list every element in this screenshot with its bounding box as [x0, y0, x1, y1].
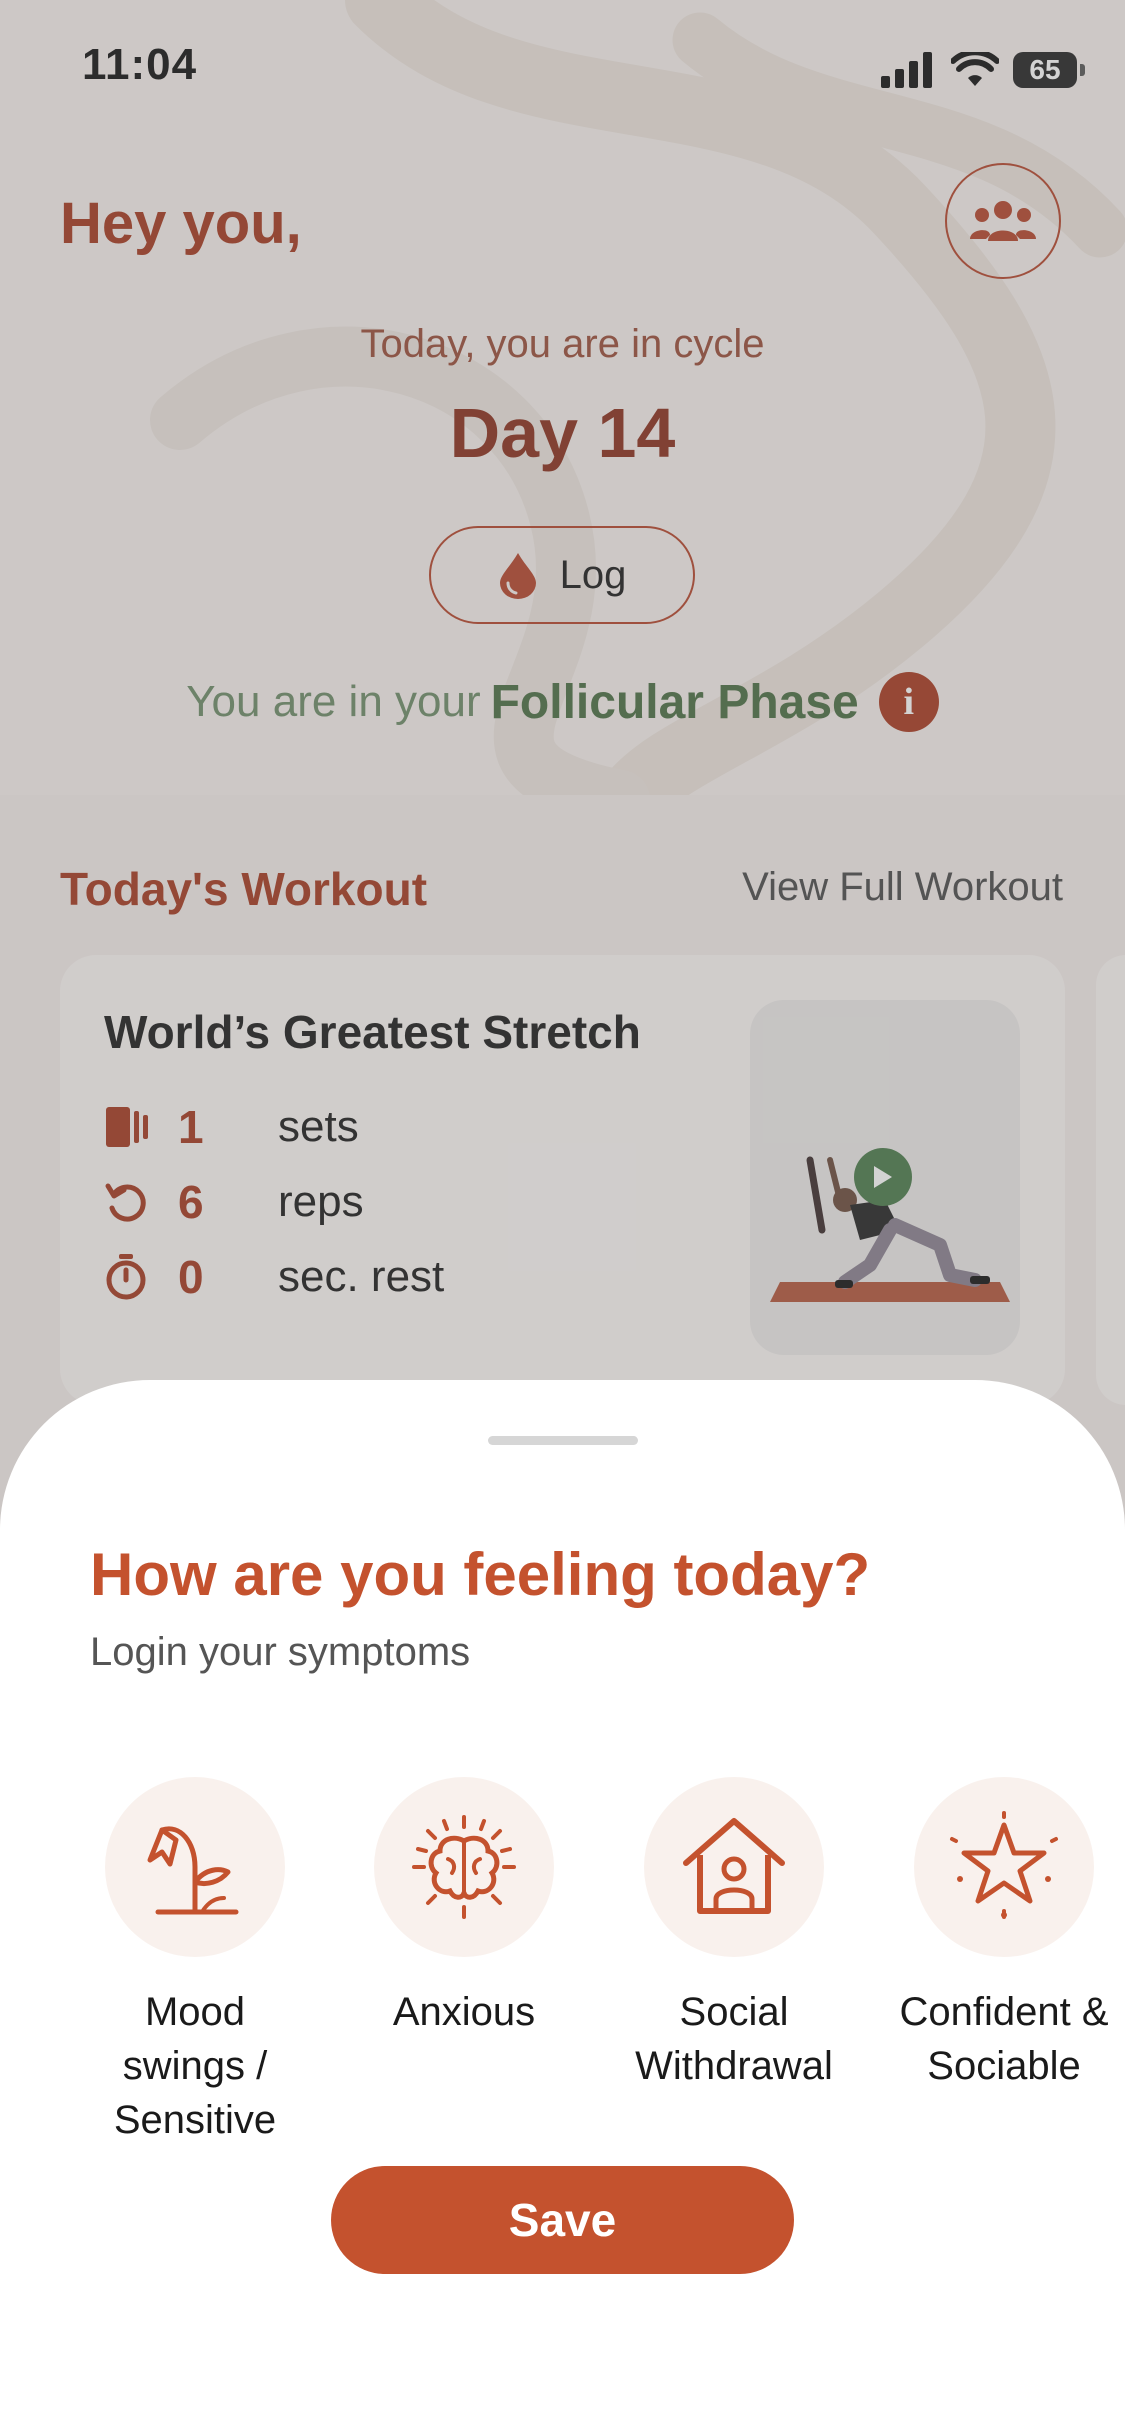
- symptom-confident-sociable[interactable]: Confident & Sociable: [889, 1777, 1119, 2093]
- save-button[interactable]: Save: [331, 2166, 794, 2274]
- symptom-label-line: Anxious: [392, 1990, 536, 2034]
- symptom-list: Mood swings / Sensitive Anxious Social W…: [0, 1777, 1125, 2142]
- symptom-icon-circle: [914, 1777, 1094, 1957]
- symptom-label: Mood swings / Sensitive: [80, 1985, 310, 2147]
- symptom-label-line: Withdrawal: [635, 2044, 833, 2088]
- symptom-icon-circle: [644, 1777, 824, 1957]
- symptom-icon-circle: [374, 1777, 554, 1957]
- symptom-label-line: Sensitive: [113, 2098, 277, 2142]
- symptom-label-line: Social: [679, 1990, 789, 2034]
- symptom-icon-circle: [105, 1777, 285, 1957]
- symptom-label-line: Confident &: [899, 1990, 1109, 2034]
- app-screen: 11:04 65 Hey you, Today, you are in cycl…: [0, 0, 1125, 2436]
- brain-icon: [412, 1815, 516, 1919]
- symptom-social-withdrawal[interactable]: Social Withdrawal: [619, 1777, 849, 2093]
- symptom-mood-swings[interactable]: Mood swings / Sensitive: [80, 1777, 310, 2147]
- symptom-label-line: Mood swings /: [122, 1990, 268, 2088]
- sheet-subtitle: Login your symptoms: [90, 1630, 471, 1674]
- symptom-label: Confident & Sociable: [889, 1985, 1119, 2093]
- wilted-flower-icon: [147, 1826, 239, 1915]
- house-person-icon: [683, 1818, 785, 1914]
- symptom-label: Social Withdrawal: [619, 1985, 849, 2093]
- symptom-bottom-sheet: How are you feeling today? Login your sy…: [0, 1380, 1125, 2436]
- sheet-drag-handle[interactable]: [488, 1436, 638, 1445]
- symptom-anxious[interactable]: Anxious: [349, 1777, 579, 2039]
- symptom-label-line: Sociable: [927, 2044, 1081, 2088]
- sheet-title: How are you feeling today?: [90, 1541, 871, 1608]
- star-icon: [950, 1811, 1058, 1919]
- symptom-label: Anxious: [349, 1985, 579, 2039]
